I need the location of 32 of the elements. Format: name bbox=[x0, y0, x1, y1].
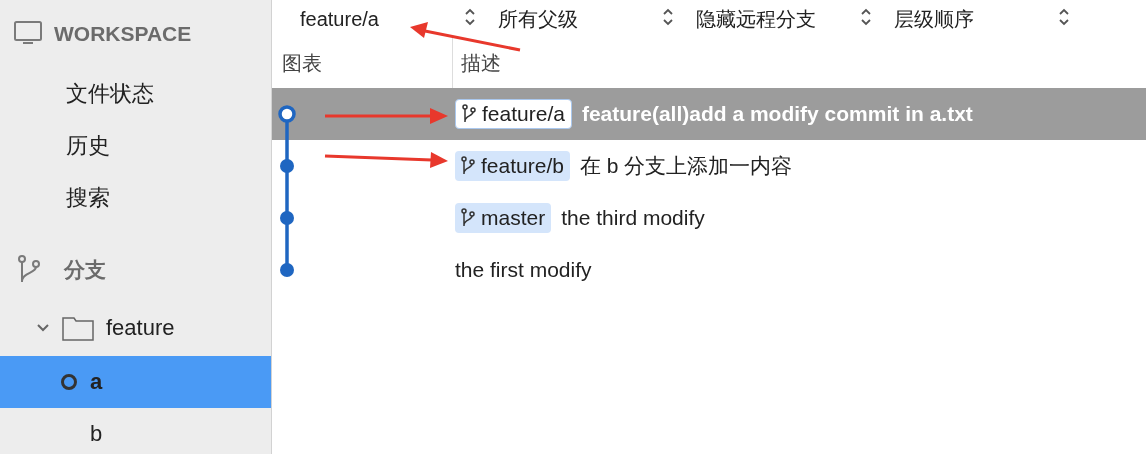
commit-message: feature(all)add a modify commit in a.txt bbox=[581, 102, 973, 126]
dropdown[interactable]: feature/a bbox=[300, 6, 476, 32]
commit-row[interactable]: feature/b 在 b 分支上添加一内容 bbox=[272, 140, 1146, 192]
commit-row[interactable]: the first modify bbox=[272, 244, 1146, 296]
section-title: 分支 bbox=[64, 257, 106, 283]
sidebar-item[interactable]: 文件状态 bbox=[0, 68, 271, 120]
branch-item[interactable]: a bbox=[0, 356, 271, 408]
dropdown[interactable]: 隐藏远程分支 bbox=[696, 5, 872, 33]
folder-icon bbox=[62, 315, 94, 341]
sidebar-item[interactable]: 搜索 bbox=[0, 172, 271, 224]
branch-item[interactable]: b bbox=[0, 408, 271, 454]
chevron-icon[interactable] bbox=[36, 323, 50, 333]
branch-icon bbox=[461, 156, 475, 176]
sidebar-item[interactable]: 历史 bbox=[0, 120, 271, 172]
commit-row[interactable]: feature/a feature(all)add a modify commit in a.txt bbox=[272, 88, 1146, 140]
dropdown[interactable]: 层级顺序 bbox=[894, 5, 1070, 33]
branch-tag: master bbox=[455, 203, 552, 233]
commit-message: the third modify bbox=[561, 206, 705, 230]
branch-icon bbox=[18, 255, 40, 285]
commit-row[interactable]: master the third modify bbox=[272, 192, 1146, 244]
branch-tag: feature/b bbox=[455, 151, 570, 181]
branch-icon bbox=[462, 104, 476, 124]
current-branch-icon bbox=[60, 373, 78, 391]
branch-icon bbox=[461, 208, 475, 228]
section-title: WORKSPACE bbox=[54, 22, 192, 46]
branch-tag: feature/a bbox=[455, 99, 572, 129]
column-header[interactable]: 描述 bbox=[453, 49, 501, 77]
monitor-icon bbox=[14, 21, 42, 47]
commit-message: 在 b 分支上添加一内容 bbox=[579, 153, 793, 179]
dropdown[interactable]: 所有父级 bbox=[498, 5, 674, 33]
folder-label[interactable]: feature bbox=[106, 315, 175, 341]
commit-message: the first modify bbox=[455, 258, 592, 282]
